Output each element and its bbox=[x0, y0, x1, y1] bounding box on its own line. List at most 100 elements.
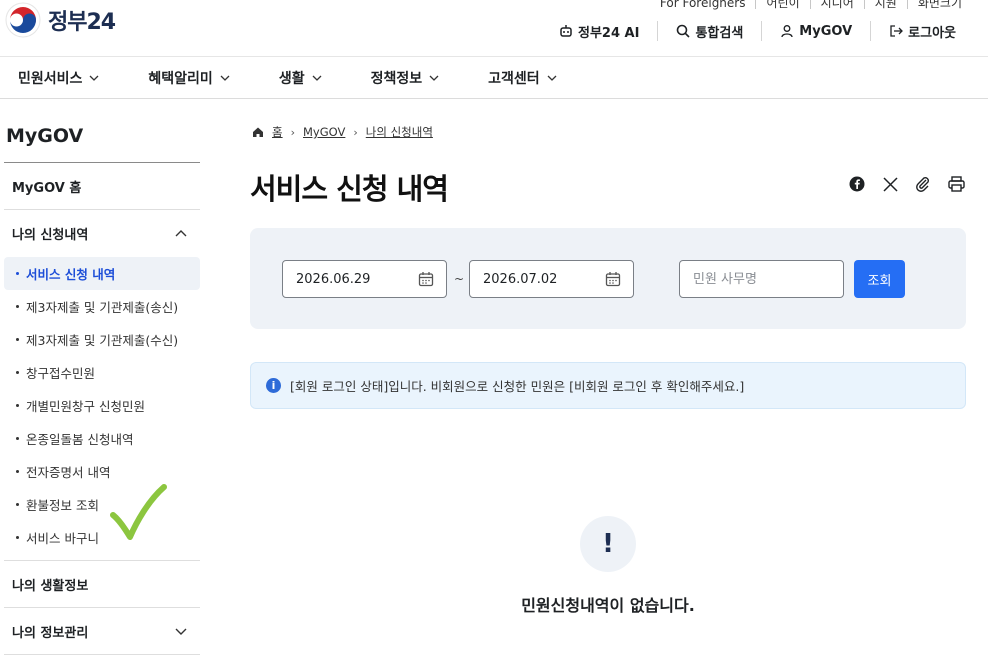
divider bbox=[863, 0, 865, 9]
chevron-right-icon: › bbox=[353, 125, 358, 139]
sidebar-subitem-third-party-receive[interactable]: 제3자제출 및 기관제출(수신) bbox=[4, 323, 200, 356]
sidebar-subitem-service-applications[interactable]: 서비스 신청 내역 bbox=[4, 257, 200, 290]
calendar-icon[interactable] bbox=[605, 271, 621, 287]
mygov-button[interactable]: MyGOV bbox=[761, 21, 852, 41]
util-link-support[interactable]: 지원 bbox=[875, 0, 897, 11]
header-actions: 정부24 AI 통합검색 MyGOV 로그아웃 bbox=[541, 21, 956, 41]
chevron-down-icon bbox=[429, 75, 439, 81]
gnb-item-civil-service[interactable]: 민원서비스 bbox=[18, 68, 100, 88]
sidebar-item-label: MyGOV 홈 bbox=[12, 180, 82, 196]
checkmark-annotation-icon bbox=[110, 484, 167, 540]
civil-service-name-input[interactable] bbox=[679, 260, 844, 298]
bullet bbox=[16, 371, 19, 374]
x-twitter-icon[interactable] bbox=[880, 174, 900, 194]
attachment-link-icon[interactable] bbox=[913, 174, 933, 194]
chevron-right-icon: › bbox=[290, 125, 295, 139]
end-date-field[interactable]: 2026.07.02 bbox=[469, 260, 634, 298]
sidebar-title: MyGOV bbox=[4, 99, 200, 163]
util-link-screen-size[interactable]: 화면크기 bbox=[918, 0, 962, 11]
site-logo[interactable]: 정부24 bbox=[4, 0, 116, 40]
main-navigation: 민원서비스 혜택알리미 생활 정책정보 고객센터 bbox=[0, 56, 988, 99]
facebook-icon[interactable] bbox=[847, 174, 867, 194]
search-submit-button[interactable]: 조회 bbox=[854, 260, 905, 298]
sidebar-item-my-applications[interactable]: 나의 신청내역 bbox=[4, 210, 200, 257]
bullet bbox=[16, 404, 19, 407]
utility-links: For Foreigners 어린이 시니어 지원 화면크기 bbox=[660, 0, 962, 11]
chevron-down-icon bbox=[175, 628, 187, 635]
gnb-item-policy[interactable]: 정책정보 bbox=[371, 68, 441, 88]
home-icon bbox=[253, 127, 263, 137]
sidebar-subitem-label: 전자증명서 내역 bbox=[26, 465, 111, 480]
chevron-up-icon bbox=[175, 229, 187, 236]
ai-label: 정부24 AI bbox=[578, 25, 640, 41]
gnb-label: 민원서비스 bbox=[18, 70, 83, 87]
sidebar-subitem-label: 온종일돌봄 신청내역 bbox=[26, 432, 134, 447]
gnb-item-benefits[interactable]: 혜택알리미 bbox=[148, 68, 230, 88]
gnb-label: 고객센터 bbox=[488, 70, 540, 87]
logout-button[interactable]: 로그아웃 bbox=[870, 21, 956, 41]
share-tools bbox=[847, 174, 966, 194]
info-icon: i bbox=[266, 378, 281, 393]
mygov-label: MyGOV bbox=[799, 23, 853, 39]
sidebar-item-label: 나의 신청내역 bbox=[12, 228, 89, 243]
logout-icon bbox=[890, 25, 904, 37]
sidebar-subitem-third-party-send[interactable]: 제3자제출 및 기관제출(송신) bbox=[4, 290, 200, 323]
sidebar-subitem-individual-counter[interactable]: 개별민원창구 신청민원 bbox=[4, 389, 200, 422]
breadcrumb-mygov[interactable]: MyGOV bbox=[303, 125, 345, 139]
sidebar-subitem-label: 개별민원창구 신청민원 bbox=[26, 399, 145, 414]
search-button[interactable]: 통합검색 bbox=[657, 21, 743, 41]
sidebar-subitem-label: 서비스 바구니 bbox=[26, 531, 99, 546]
bullet bbox=[16, 272, 19, 275]
sidebar-subitem-counter-applications[interactable]: 창구접수민원 bbox=[4, 356, 200, 389]
bullet bbox=[16, 437, 19, 440]
bullet bbox=[16, 338, 19, 341]
top-header: 정부24 For Foreigners 어린이 시니어 지원 화면크기 정부24… bbox=[0, 0, 988, 56]
divider bbox=[755, 0, 757, 9]
sidebar-item-my-info-management[interactable]: 나의 정보관리 bbox=[4, 608, 200, 655]
calendar-icon[interactable] bbox=[418, 271, 434, 287]
search-label: 통합검색 bbox=[695, 25, 744, 41]
breadcrumb-home[interactable]: 홈 bbox=[272, 124, 283, 140]
start-date-field[interactable]: 2026.06.29 bbox=[282, 260, 447, 298]
start-date-value: 2026.06.29 bbox=[296, 271, 371, 287]
chevron-down-icon bbox=[547, 75, 557, 81]
chevron-down-icon bbox=[89, 75, 99, 81]
sidebar-subitem-all-day-care[interactable]: 온종일돌봄 신청내역 bbox=[4, 422, 200, 455]
chevron-down-icon bbox=[312, 75, 322, 81]
print-icon[interactable] bbox=[946, 174, 966, 194]
sidebar-item-mygov-home[interactable]: MyGOV 홈 bbox=[4, 163, 200, 210]
search-icon bbox=[677, 24, 691, 38]
breadcrumb: 홈 › MyGOV › 나의 신청내역 bbox=[252, 124, 433, 140]
sidebar-subitem-label: 제3자제출 및 기관제출(송신) bbox=[26, 300, 179, 315]
empty-state-message: 민원신청내역이 없습니다. bbox=[521, 596, 695, 615]
bullet bbox=[16, 503, 19, 506]
bullet bbox=[16, 470, 19, 473]
gnb-label: 혜택알리미 bbox=[148, 70, 213, 87]
sidebar-item-label: 나의 정보관리 bbox=[12, 625, 89, 641]
gnb-item-life[interactable]: 생활 bbox=[279, 68, 323, 88]
util-link-senior[interactable]: 시니어 bbox=[821, 0, 854, 11]
end-date-value: 2026.07.02 bbox=[483, 271, 558, 287]
ai-robot-icon bbox=[560, 25, 572, 37]
divider bbox=[906, 0, 908, 9]
gnb-label: 생활 bbox=[278, 70, 305, 87]
sidebar: MyGOV MyGOV 홈 나의 신청내역 서비스 신청 내역 제3자제출 및 … bbox=[4, 99, 200, 655]
sidebar-item-my-life-info[interactable]: 나의 생활정보 bbox=[4, 561, 200, 608]
login-status-notice: i [회원 로그인 상태]입니다. 비회원으로 신청한 민원은 [비회원 로그인… bbox=[250, 362, 966, 409]
date-range-separator: ~ bbox=[454, 272, 465, 286]
chevron-down-icon bbox=[220, 75, 230, 81]
exclamation-icon: ! bbox=[580, 516, 636, 572]
notice-text: [회원 로그인 상태]입니다. 비회원으로 신청한 민원은 [비회원 로그인 후… bbox=[290, 379, 745, 394]
sidebar-subitem-label: 환불정보 조회 bbox=[26, 498, 99, 513]
sidebar-subitem-label: 제3자제출 및 기관제출(수신) bbox=[26, 333, 179, 348]
breadcrumb-my-applications[interactable]: 나의 신청내역 bbox=[366, 124, 433, 140]
logout-label: 로그아웃 bbox=[908, 25, 956, 41]
sidebar-item-label: 나의 생활정보 bbox=[12, 578, 89, 594]
bullet bbox=[16, 305, 19, 308]
gnb-item-customer-center[interactable]: 고객센터 bbox=[488, 68, 558, 88]
taegeuk-logo-icon bbox=[5, 2, 41, 38]
ai-button[interactable]: 정부24 AI bbox=[541, 21, 639, 41]
util-link-foreigners[interactable]: For Foreigners bbox=[660, 0, 746, 10]
util-link-children[interactable]: 어린이 bbox=[766, 0, 799, 11]
logo-text: 정부24 bbox=[48, 10, 116, 35]
